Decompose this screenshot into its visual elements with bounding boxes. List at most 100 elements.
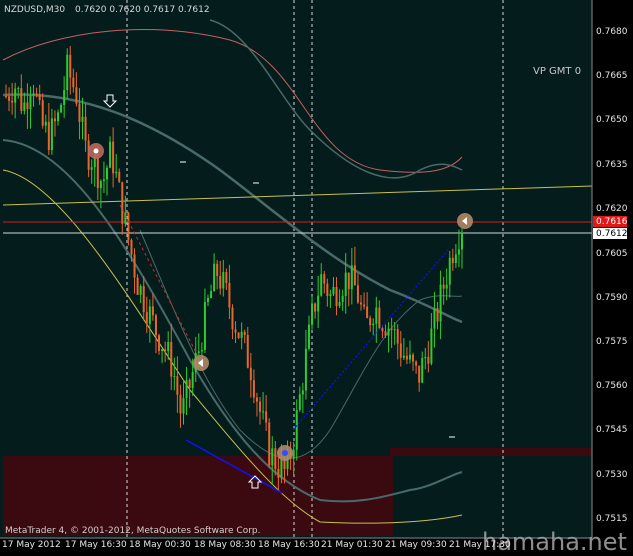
candle-body	[124, 212, 127, 224]
candle-body	[271, 448, 274, 466]
candle-body	[170, 342, 173, 377]
x-tick-label: 18 May 16:30	[258, 540, 320, 550]
candle-body	[393, 329, 396, 331]
candle-body	[399, 343, 402, 358]
candle-body	[320, 274, 323, 296]
candle-body	[350, 265, 353, 290]
candle-body	[29, 95, 32, 110]
y-tick-label: 0.7590	[596, 293, 628, 303]
candle-body	[5, 95, 7, 97]
candle-body	[23, 102, 26, 111]
candle-body	[439, 284, 442, 322]
candle-body	[20, 88, 23, 111]
candle-body	[427, 356, 430, 364]
candle-body	[442, 284, 445, 289]
chart-window[interactable]: NZDUSD,M30 0.7620 0.7620 0.7617 0.7612 V…	[0, 0, 633, 556]
candle-body	[301, 390, 304, 395]
candle-body	[360, 302, 363, 305]
candle-body	[252, 380, 255, 398]
candle-body	[136, 277, 139, 295]
candle-body	[225, 272, 228, 283]
candle-body	[347, 272, 350, 290]
candle-body	[323, 274, 326, 284]
signal-circle-icon[interactable]	[457, 213, 473, 229]
y-tick-label: 0.7605	[596, 249, 628, 259]
y-tick-label: 0.7515	[596, 514, 628, 524]
y-tick-label: 0.7635	[596, 160, 628, 170]
candle-body	[356, 285, 359, 303]
candle-body	[292, 449, 295, 459]
candle-body	[304, 348, 307, 391]
signal-circle-icon[interactable]	[88, 143, 104, 159]
candle-body	[418, 365, 421, 383]
candle-body	[109, 141, 112, 168]
indicator-label: VP GMT 0	[533, 66, 582, 77]
candle-body	[338, 301, 341, 307]
candle-body	[8, 96, 11, 101]
x-tick-label: 21 May 01:30	[321, 540, 383, 550]
candle-body	[415, 361, 418, 366]
signal-circle-icon[interactable]	[193, 355, 209, 371]
candle-body	[259, 401, 262, 412]
candle-body	[84, 116, 87, 141]
candle-body	[396, 329, 399, 344]
candle-body	[311, 303, 314, 325]
candle-body	[228, 282, 231, 308]
candle-body	[148, 306, 151, 324]
candle-body	[130, 239, 133, 255]
candle-body	[57, 112, 60, 122]
candle-body	[167, 342, 170, 352]
candle-body	[50, 118, 53, 151]
candle-body	[390, 328, 393, 330]
candle-body	[200, 349, 203, 352]
y-tick-label: 0.7665	[596, 71, 628, 81]
candle-body	[280, 458, 283, 478]
candle-body	[11, 100, 14, 103]
candle-body	[210, 291, 213, 299]
candle-body	[433, 308, 436, 329]
demand-zone-right	[390, 448, 592, 456]
candle-body	[38, 93, 41, 101]
price-tag-red-label: 0.7616	[596, 217, 628, 227]
x-tick-label: 18 May 00:30	[129, 540, 191, 550]
y-tick-label: 0.7620	[596, 204, 628, 214]
candle-body	[191, 371, 194, 388]
price-chart[interactable]	[0, 0, 633, 556]
candle-body	[216, 263, 219, 276]
candle-body	[182, 398, 185, 414]
candle-body	[145, 312, 148, 324]
candle-body	[203, 301, 206, 350]
candle-body	[142, 286, 145, 313]
y-tick-label: 0.7680	[596, 27, 628, 37]
candle-body	[234, 329, 237, 333]
symbol-header: NZDUSD,M30	[4, 5, 66, 15]
candle-body	[35, 93, 38, 95]
candle-body	[341, 295, 344, 302]
candle-body	[246, 334, 249, 368]
signal-circle-icon[interactable]	[277, 445, 293, 461]
candle-body	[243, 331, 246, 335]
candle-body	[188, 379, 191, 388]
x-tick-label: 21 May 17:30	[449, 540, 511, 550]
candle-body	[457, 249, 460, 255]
candle-body	[115, 171, 118, 174]
candle-body	[268, 422, 271, 466]
candle-body	[139, 286, 142, 295]
candle-body	[219, 275, 222, 289]
candle-body	[213, 263, 216, 292]
candle-body	[41, 100, 44, 126]
candle-body	[307, 324, 310, 349]
candle-body	[99, 181, 102, 189]
candle-body	[317, 295, 320, 312]
candle-body	[332, 287, 335, 295]
candle-body	[329, 294, 332, 297]
candle-body	[412, 354, 415, 362]
candle-body	[344, 272, 347, 296]
candle-body	[44, 121, 47, 126]
candle-body	[96, 154, 99, 189]
candle-body	[222, 272, 225, 289]
candle-body	[262, 411, 265, 413]
candle-body	[112, 141, 115, 174]
y-tick-label: 0.7545	[596, 425, 628, 435]
candle-body	[454, 254, 457, 264]
